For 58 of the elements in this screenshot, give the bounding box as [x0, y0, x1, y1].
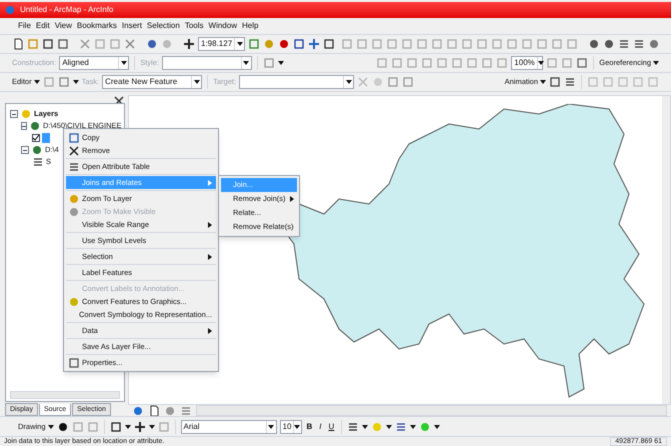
- caret-icon: [362, 424, 368, 428]
- caret-icon: [386, 424, 392, 428]
- construction-dropdown[interactable]: Aligned: [59, 56, 130, 70]
- bold-button[interactable]: B: [304, 420, 314, 432]
- task-dropdown[interactable]: Create New Feature: [102, 75, 202, 89]
- menu-item[interactable]: View: [54, 22, 72, 30]
- tool-icon[interactable]: [308, 38, 320, 50]
- caret-icon: [434, 424, 440, 428]
- caret-icon: [410, 424, 416, 428]
- horizontal-scrollbar[interactable]: [10, 391, 120, 399]
- collapse-toggle[interactable]: [10, 110, 18, 118]
- caret-icon: [236, 42, 243, 46]
- caret-icon: [538, 61, 544, 65]
- collapse-toggle[interactable]: [21, 146, 29, 154]
- tool-icon[interactable]: [564, 76, 576, 88]
- caret-icon: [653, 61, 659, 65]
- menu-item[interactable]: File: [18, 22, 31, 30]
- window-title: Untitled - ArcMap - ArcInfo: [20, 6, 114, 14]
- caret-icon: [294, 424, 300, 428]
- caret-icon: [346, 80, 352, 84]
- italic-button[interactable]: I: [317, 420, 324, 432]
- menu-item[interactable]: Selection: [146, 22, 180, 30]
- font-size-dropdown[interactable]: 10: [280, 420, 302, 434]
- collapse-toggle[interactable]: [21, 122, 27, 130]
- zoom-percent-dropdown[interactable]: 100%: [511, 56, 544, 70]
- delete-icon[interactable]: [68, 144, 80, 156]
- add-data-icon[interactable]: [183, 38, 195, 50]
- caret-icon: [268, 424, 274, 428]
- scale-field[interactable]: 1:98.127: [198, 37, 246, 51]
- target-dropdown[interactable]: [239, 75, 354, 89]
- rectangle-icon[interactable]: [110, 420, 122, 432]
- menu-item[interactable]: Window: [208, 22, 237, 30]
- new-document-icon[interactable]: [12, 38, 24, 50]
- caret-icon: [124, 424, 131, 428]
- style-dropdown[interactable]: [162, 56, 252, 70]
- menu-item[interactable]: Help: [242, 22, 258, 30]
- menu-item[interactable]: Edit: [36, 22, 50, 30]
- caret-icon: [120, 61, 127, 65]
- tool-icon[interactable]: [633, 38, 646, 50]
- tool-icon[interactable]: [618, 38, 630, 50]
- caret-icon: [48, 424, 54, 428]
- vertical-scrollbar[interactable]: [662, 96, 670, 404]
- caret-icon: [72, 80, 79, 84]
- menu-item[interactable]: Tools: [184, 22, 204, 30]
- tool-icon[interactable]: [278, 38, 290, 50]
- caret-icon: [540, 80, 546, 84]
- caret-icon: [34, 80, 40, 84]
- font-dropdown[interactable]: Arial: [180, 420, 277, 434]
- menu-item[interactable]: Bookmarks: [76, 22, 117, 30]
- tool-icon[interactable]: [576, 57, 588, 69]
- layer-checkbox[interactable]: [32, 134, 40, 142]
- underline-button[interactable]: U: [326, 420, 336, 432]
- caret-icon: [194, 80, 200, 84]
- horizontal-scrollbar[interactable]: [196, 405, 667, 416]
- menu-item[interactable]: Insert: [122, 22, 142, 30]
- caret-icon: [243, 61, 250, 65]
- caret-icon: [148, 424, 155, 428]
- caret-icon: [278, 61, 284, 65]
